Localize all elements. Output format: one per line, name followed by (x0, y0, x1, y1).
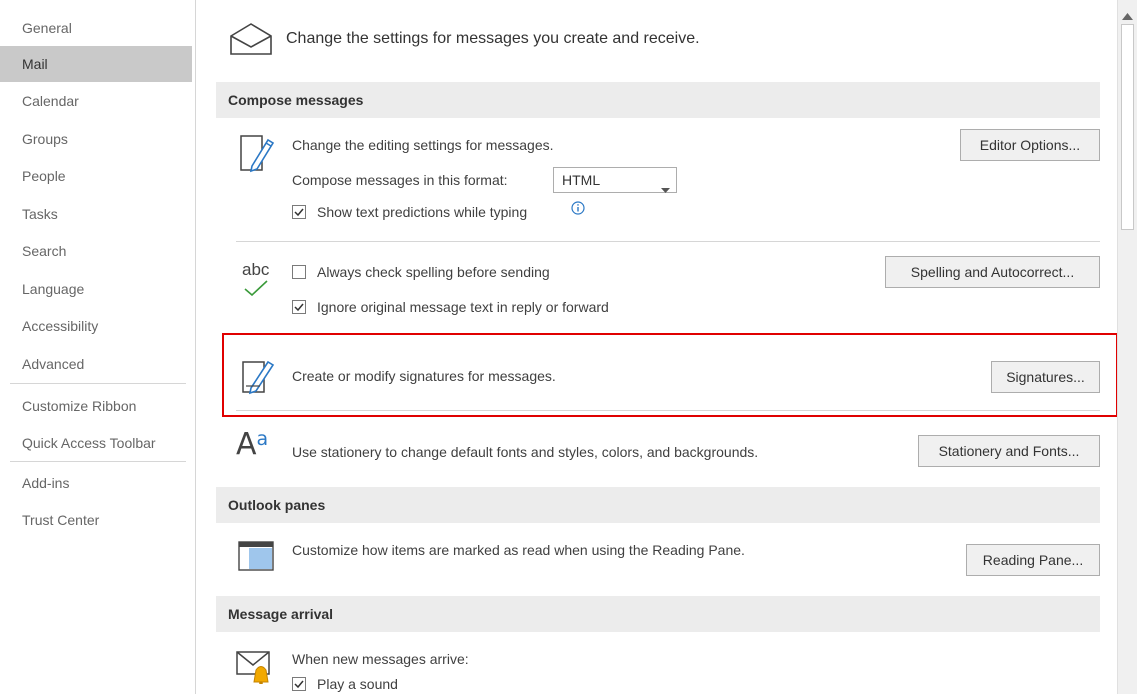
sidebar-separator (10, 383, 186, 384)
sidebar-item-accessibility[interactable]: Accessibility (0, 308, 192, 344)
sidebar-item-calendar[interactable]: Calendar (0, 83, 192, 119)
section-header-message-arrival: Message arrival (216, 596, 1100, 632)
play-sound-checkbox[interactable] (292, 677, 306, 691)
sidebar-item-groups[interactable]: Groups (0, 121, 192, 157)
play-sound-label: Play a sound (317, 676, 398, 692)
compose-format-value: HTML (562, 172, 601, 188)
section-divider (236, 241, 1100, 242)
section-header-outlook-panes: Outlook panes (216, 487, 1100, 523)
reading-pane-button[interactable]: Reading Pane... (966, 544, 1100, 576)
sidebar-item-add-ins[interactable]: Add-ins (0, 465, 192, 501)
options-sidebar: General Mail Calendar Groups People Task… (0, 0, 196, 694)
show-predictions-checkbox[interactable] (292, 205, 306, 219)
stationery-text: Use stationery to change default fonts a… (292, 444, 759, 460)
reading-pane-text: Customize how items are marked as read w… (292, 542, 745, 558)
sidebar-item-trust-center[interactable]: Trust Center (0, 502, 192, 538)
stationery-fonts-button[interactable]: Stationery and Fonts... (918, 435, 1100, 467)
checkmark-icon (244, 280, 268, 299)
sidebar-item-mail[interactable]: Mail (0, 46, 192, 82)
sidebar-item-language[interactable]: Language (0, 271, 192, 307)
always-check-spelling-checkbox[interactable] (292, 265, 306, 279)
sidebar-item-tasks[interactable]: Tasks (0, 196, 192, 232)
sidebar-item-people[interactable]: People (0, 158, 192, 194)
editor-options-button[interactable]: Editor Options... (960, 129, 1100, 161)
ignore-original-label: Ignore original message text in reply or… (317, 299, 609, 315)
editing-settings-text: Change the editing settings for messages… (292, 137, 554, 153)
sidebar-item-search[interactable]: Search (0, 233, 192, 269)
sidebar-item-advanced[interactable]: Advanced (0, 346, 192, 382)
sidebar-separator (10, 461, 186, 462)
stationery-letter: A (236, 427, 257, 462)
scroll-up-arrow-icon[interactable] (1122, 7, 1133, 23)
section-header-compose: Compose messages (216, 82, 1100, 118)
always-check-spelling-label: Always check spelling before sending (317, 264, 550, 280)
signatures-highlight-box (222, 333, 1118, 417)
stationery-fonts-icon: Aa (236, 427, 269, 462)
reading-pane-icon (238, 541, 274, 574)
page-title: Change the settings for messages you cre… (286, 30, 700, 47)
sidebar-item-general[interactable]: General (0, 10, 192, 46)
ignore-original-checkbox[interactable] (292, 300, 306, 314)
scroll-thumb[interactable] (1121, 24, 1134, 230)
show-predictions-label: Show text predictions while typing (317, 204, 528, 220)
info-icon[interactable] (571, 201, 585, 218)
abc-spelling-icon: abc (242, 260, 270, 279)
chevron-down-icon (661, 177, 670, 201)
envelope-bell-icon (236, 648, 274, 687)
edit-document-icon (238, 128, 276, 177)
vertical-scrollbar[interactable] (1117, 0, 1137, 694)
envelope-open-icon (228, 22, 274, 59)
stationery-letter-super: a (256, 428, 269, 450)
spelling-autocorrect-button[interactable]: Spelling and Autocorrect... (885, 256, 1100, 288)
sidebar-item-customize-ribbon[interactable]: Customize Ribbon (0, 388, 192, 424)
compose-format-label: Compose messages in this format: (292, 172, 508, 188)
compose-format-select[interactable]: HTML (553, 167, 677, 193)
new-messages-text: When new messages arrive: (292, 651, 469, 667)
sidebar-item-quick-access-toolbar[interactable]: Quick Access Toolbar (0, 425, 192, 461)
